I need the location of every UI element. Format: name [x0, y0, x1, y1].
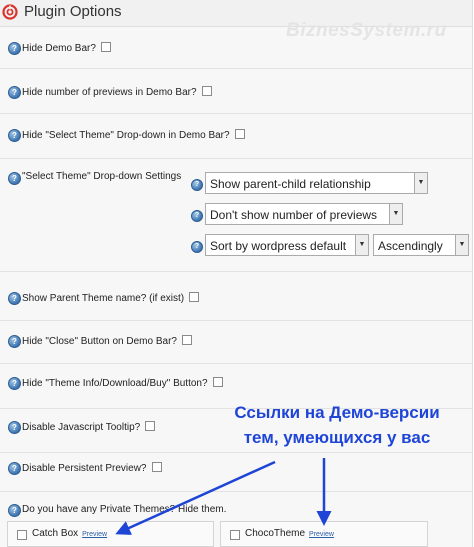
chevron-down-icon: ▼	[455, 235, 468, 255]
annotation-line-2: тем, умеющихся у вас	[243, 428, 431, 447]
help-icon[interactable]: ?	[8, 42, 21, 55]
option-label: Disable Javascript Tooltip?	[22, 421, 156, 433]
option-label: Hide "Select Theme" Drop-down in Demo Ba…	[22, 129, 245, 141]
help-icon[interactable]: ?	[191, 210, 203, 222]
option-row-private-themes: ? Do you have any Private Themes? Hide t…	[0, 492, 472, 520]
option-label: "Select Theme" Drop-down Settings	[22, 171, 182, 182]
page-title: Plugin Options	[24, 3, 122, 20]
order-select[interactable]: Ascendingly ▼	[373, 234, 469, 256]
help-icon[interactable]: ?	[191, 241, 203, 253]
option-label: Hide Demo Bar?	[22, 42, 111, 54]
theme-item-chocotheme: ChocoTheme Preview	[220, 521, 428, 547]
relationship-select-value: Show parent-child relationship	[210, 177, 371, 191]
theme-item-catch-box: Catch Box Preview	[7, 521, 214, 547]
help-icon[interactable]: ?	[8, 377, 21, 390]
hide-demo-bar-checkbox[interactable]	[100, 42, 111, 52]
option-row-show-parent-theme: ? Show Parent Theme name? (if exist)	[0, 272, 472, 321]
order-select-value: Ascendingly	[378, 239, 443, 253]
disable-tooltip-checkbox[interactable]	[145, 421, 156, 431]
relationship-select[interactable]: Show parent-child relationship ▼	[205, 172, 428, 194]
help-icon[interactable]: ?	[8, 292, 21, 305]
chevron-down-icon: ▼	[389, 204, 402, 224]
option-label: Hide "Theme Info/Download/Buy" Button?	[22, 377, 223, 389]
option-row-hide-demo-bar: ? Hide Demo Bar?	[0, 27, 472, 69]
previews-select-value: Don't show number of previews	[210, 208, 378, 222]
option-label: Disable Persistent Preview?	[22, 462, 162, 474]
option-row-hide-close-button: ? Hide "Close" Button on Demo Bar?	[0, 321, 472, 364]
help-icon[interactable]: ?	[8, 504, 21, 517]
catch-box-checkbox[interactable]	[17, 530, 27, 540]
chevron-down-icon: ▼	[355, 235, 368, 255]
sort-by-select-value: Sort by wordpress default	[210, 239, 347, 253]
help-icon[interactable]: ?	[191, 179, 203, 191]
annotation-line-1: Ссылки на Демо-версии	[234, 403, 440, 422]
hide-theme-info-checkbox[interactable]	[212, 377, 223, 387]
chocotheme-checkbox[interactable]	[230, 530, 240, 540]
catch-box-preview-link[interactable]: Preview	[82, 531, 107, 538]
option-row-hide-select-theme: ? Hide "Select Theme" Drop-down in Demo …	[0, 114, 472, 159]
sort-by-select[interactable]: Sort by wordpress default ▼	[205, 234, 369, 256]
option-label: Hide "Close" Button on Demo Bar?	[22, 335, 192, 347]
option-row-select-theme-settings: ? "Select Theme" Drop-down Settings ? Sh…	[0, 159, 472, 272]
annotation-text: Ссылки на Демо-версии тем, умеющихся у в…	[232, 400, 442, 450]
option-label: Show Parent Theme name? (if exist)	[22, 292, 200, 304]
hide-select-theme-checkbox[interactable]	[234, 129, 245, 139]
chevron-down-icon: ▼	[414, 173, 427, 193]
swirl-logo-icon	[2, 4, 18, 20]
show-parent-theme-checkbox[interactable]	[189, 292, 200, 302]
previews-select[interactable]: Don't show number of previews ▼	[205, 203, 403, 225]
help-icon[interactable]: ?	[8, 129, 21, 142]
help-icon[interactable]: ?	[8, 86, 21, 99]
help-icon[interactable]: ?	[8, 421, 21, 434]
disable-persistent-preview-checkbox[interactable]	[151, 462, 162, 472]
help-icon[interactable]: ?	[8, 172, 21, 185]
option-label: Hide number of previews in Demo Bar?	[22, 86, 212, 98]
option-row-disable-persistent-preview: ? Disable Persistent Preview?	[0, 453, 472, 492]
help-icon[interactable]: ?	[8, 335, 21, 348]
hide-previews-number-checkbox[interactable]	[201, 86, 212, 96]
option-label: Do you have any Private Themes? Hide the…	[22, 504, 227, 515]
theme-name: Catch Box Preview	[32, 528, 108, 539]
chocotheme-preview-link[interactable]: Preview	[309, 531, 334, 538]
plugin-options-panel: Plugin Options BiznesSystem.ru ? Hide De…	[0, 0, 473, 547]
theme-name: ChocoTheme Preview	[245, 528, 334, 539]
help-icon[interactable]: ?	[8, 462, 21, 475]
hide-close-button-checkbox[interactable]	[181, 335, 192, 345]
option-row-hide-previews-number: ? Hide number of previews in Demo Bar?	[0, 69, 472, 114]
